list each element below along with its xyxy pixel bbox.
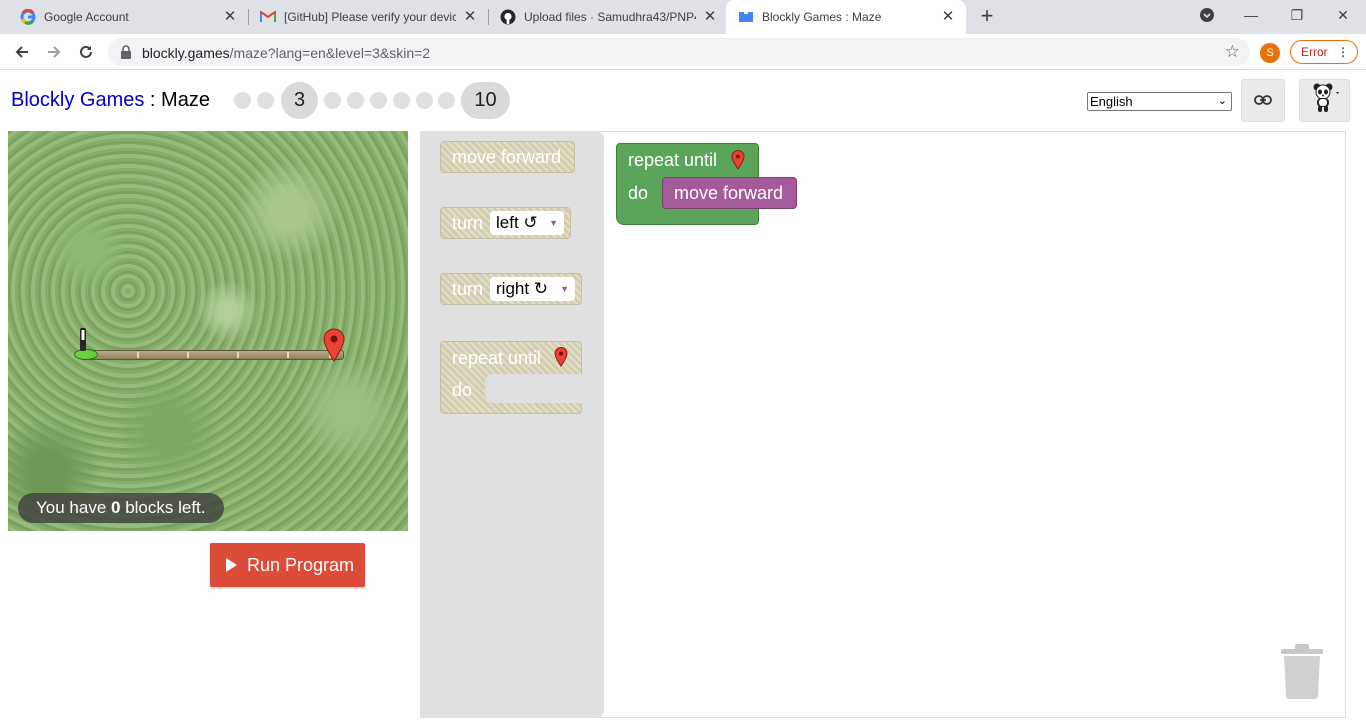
menu-dots-icon: ⋮ [1337,45,1349,59]
blocks-left-prefix: You have [36,498,111,517]
browser-toolbar: blockly.games/maze?lang=en&level=3&skin=… [0,34,1366,70]
tab-title: [GitHub] Please verify your device [284,10,456,24]
blocks-left-suffix: blocks left. [120,498,206,517]
bookmark-star-icon[interactable]: ☆ [1225,42,1240,62]
do-label: do [452,380,473,400]
block-label: repeat until [452,348,542,368]
goal-marker-icon [323,328,345,362]
level-8-dot[interactable] [416,92,433,109]
close-window-button[interactable]: ✕ [1320,0,1366,30]
new-tab-button[interactable]: + [976,5,998,27]
tab-search-icon[interactable] [1184,0,1230,30]
toolbox-repeat-until-block[interactable]: repeat until do [440,341,585,414]
level-9-dot[interactable] [438,92,455,109]
blocks-left-label: You have 0 blocks left. [18,493,224,523]
level-2-dot[interactable] [257,92,274,109]
gmail-icon [260,9,276,25]
tab-title: Google Account [44,10,129,24]
browser-tab-strip: Google Account ✕ [GitHub] Please verify … [0,0,1366,34]
block-label: turn [452,213,484,233]
tab-title: Upload files · Samudhra43/PNP4 [524,10,696,24]
profile-avatar[interactable]: S [1260,43,1280,63]
close-tab-icon[interactable]: ✕ [940,9,956,25]
url-text: blockly.games/maze?lang=en&level=3&skin=… [142,45,430,61]
last-level-indicator[interactable]: 10 [461,82,510,119]
blockly-icon [738,9,754,25]
block-label: move forward [452,147,562,167]
google-icon [20,9,36,25]
reload-button[interactable] [72,38,100,66]
url-path: /maze?lang=en&level=3&skin=2 [229,45,431,61]
run-program-label: Run Program [247,555,355,575]
run-program-button[interactable]: Run Program [210,543,365,587]
current-level-indicator[interactable]: 3 [281,82,318,119]
level-6-dot[interactable] [370,92,387,109]
tab-upload-files[interactable]: Upload files · Samudhra43/PNP4 ✕ [488,0,728,34]
close-tab-icon[interactable]: ✕ [462,9,478,25]
restore-button[interactable]: ❐ [1274,0,1320,30]
block-label: move forward [674,183,784,203]
do-slot [485,374,585,403]
title-separator: : [144,89,162,111]
toolbox-turn-right-block[interactable]: turn right ↻ ▼ [440,273,582,305]
toolbox-turn-left-block[interactable]: turn left ↺ ▼ [440,207,571,239]
turn-direction-dropdown[interactable]: right ↻ ▼ [490,277,575,301]
maze-path [88,350,344,360]
page-title: Blockly Games : Maze [11,89,210,112]
link-button[interactable] [1241,79,1285,122]
do-label: do [628,183,649,203]
block-label: repeat until [628,150,718,170]
dropdown-value: left ↺ [496,213,538,232]
link-icon [1254,92,1272,110]
tab-google-account[interactable]: Google Account ✕ [8,0,248,34]
close-tab-icon[interactable]: ✕ [702,9,718,25]
blockly-games-link[interactable]: Blockly Games [11,89,144,111]
close-tab-icon[interactable]: ✕ [222,9,238,25]
level-7-dot[interactable] [393,92,410,109]
trash-can-icon[interactable] [1279,643,1325,699]
dropdown-arrow-icon: ▼ [549,218,558,228]
address-bar[interactable]: blockly.games/maze?lang=en&level=3&skin=… [108,38,1250,66]
lock-icon [120,45,132,64]
back-button[interactable] [8,38,36,66]
game-name: Maze [161,89,210,111]
language-select[interactable]: English ⌄ [1087,92,1232,111]
goal-marker-icon [554,347,568,367]
url-host: blockly.games [142,45,230,61]
move-forward-block[interactable]: move forward [662,177,797,209]
pegman-skin-button[interactable] [1299,79,1350,122]
play-icon [226,558,237,572]
level-1-dot[interactable] [234,92,251,109]
goal-marker-icon [731,150,745,170]
level-4-dot[interactable] [324,92,341,109]
dropdown-arrow-icon: ▼ [560,284,569,294]
pegman-avatar [80,328,86,351]
dropdown-value: right ↻ [496,279,549,298]
tab-title: Blockly Games : Maze [762,10,882,24]
turn-direction-dropdown[interactable]: left ↺ ▼ [490,211,564,235]
maze-display: You have 0 blocks left. [8,131,408,531]
toolbox-move-forward-block[interactable]: move forward [440,141,575,173]
error-label: Error [1301,45,1328,59]
tab-blockly-maze[interactable]: Blockly Games : Maze ✕ [726,0,966,34]
error-button[interactable]: Error ⋮ [1290,40,1358,64]
tab-github-verify[interactable]: [GitHub] Please verify your device ✕ [248,0,488,34]
chevron-down-icon: ⌄ [1217,95,1227,107]
toolbox-flyout: move forward turn left ↺ ▼ turn right ↻ ▼ … [420,131,604,718]
language-value: English [1090,94,1133,109]
github-icon [500,9,516,25]
minimize-button[interactable]: — [1228,0,1274,30]
forward-button[interactable] [40,38,68,66]
block-label: turn [452,279,484,299]
panda-icon [1308,82,1342,119]
level-5-dot[interactable] [347,92,364,109]
